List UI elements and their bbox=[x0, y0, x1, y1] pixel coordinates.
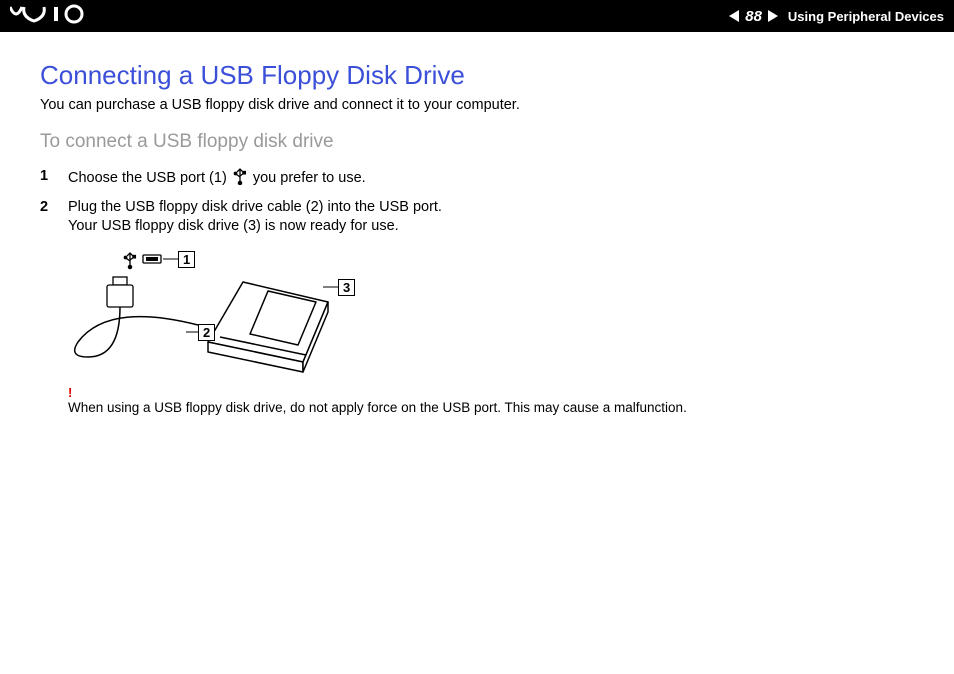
step-text: Choose the USB port (1) you prefer to us… bbox=[68, 167, 366, 192]
header-bar: 88 Using Peripheral Devices bbox=[0, 0, 954, 32]
usb-trident-icon bbox=[233, 167, 247, 192]
step-item: 2 Plug the USB floppy disk drive cable (… bbox=[40, 198, 914, 237]
callout-2: 2 bbox=[198, 324, 215, 341]
page-title: Connecting a USB Floppy Disk Drive bbox=[40, 60, 914, 91]
next-page-arrow[interactable] bbox=[768, 10, 778, 22]
step-item: 1 Choose the USB port (1) you prefer to … bbox=[40, 167, 914, 192]
callout-3: 3 bbox=[338, 279, 355, 296]
caution-icon: ! bbox=[68, 385, 914, 400]
step-number: 1 bbox=[40, 167, 68, 187]
callout-1: 1 bbox=[178, 251, 195, 268]
step-text: Plug the USB floppy disk drive cable (2)… bbox=[68, 198, 442, 237]
intro-text: You can purchase a USB floppy disk drive… bbox=[40, 97, 914, 113]
page-number: 88 bbox=[745, 8, 762, 25]
vaio-logo bbox=[10, 4, 100, 29]
steps-list: 1 Choose the USB port (1) you prefer to … bbox=[40, 167, 914, 237]
caution-text: When using a USB floppy disk drive, do n… bbox=[68, 400, 914, 415]
step-number: 2 bbox=[40, 198, 68, 218]
subtitle: To connect a USB floppy disk drive bbox=[40, 131, 914, 153]
floppy-drive-figure: 1 2 3 bbox=[68, 247, 368, 377]
section-label: Using Peripheral Devices bbox=[788, 9, 944, 24]
prev-page-arrow[interactable] bbox=[729, 10, 739, 22]
